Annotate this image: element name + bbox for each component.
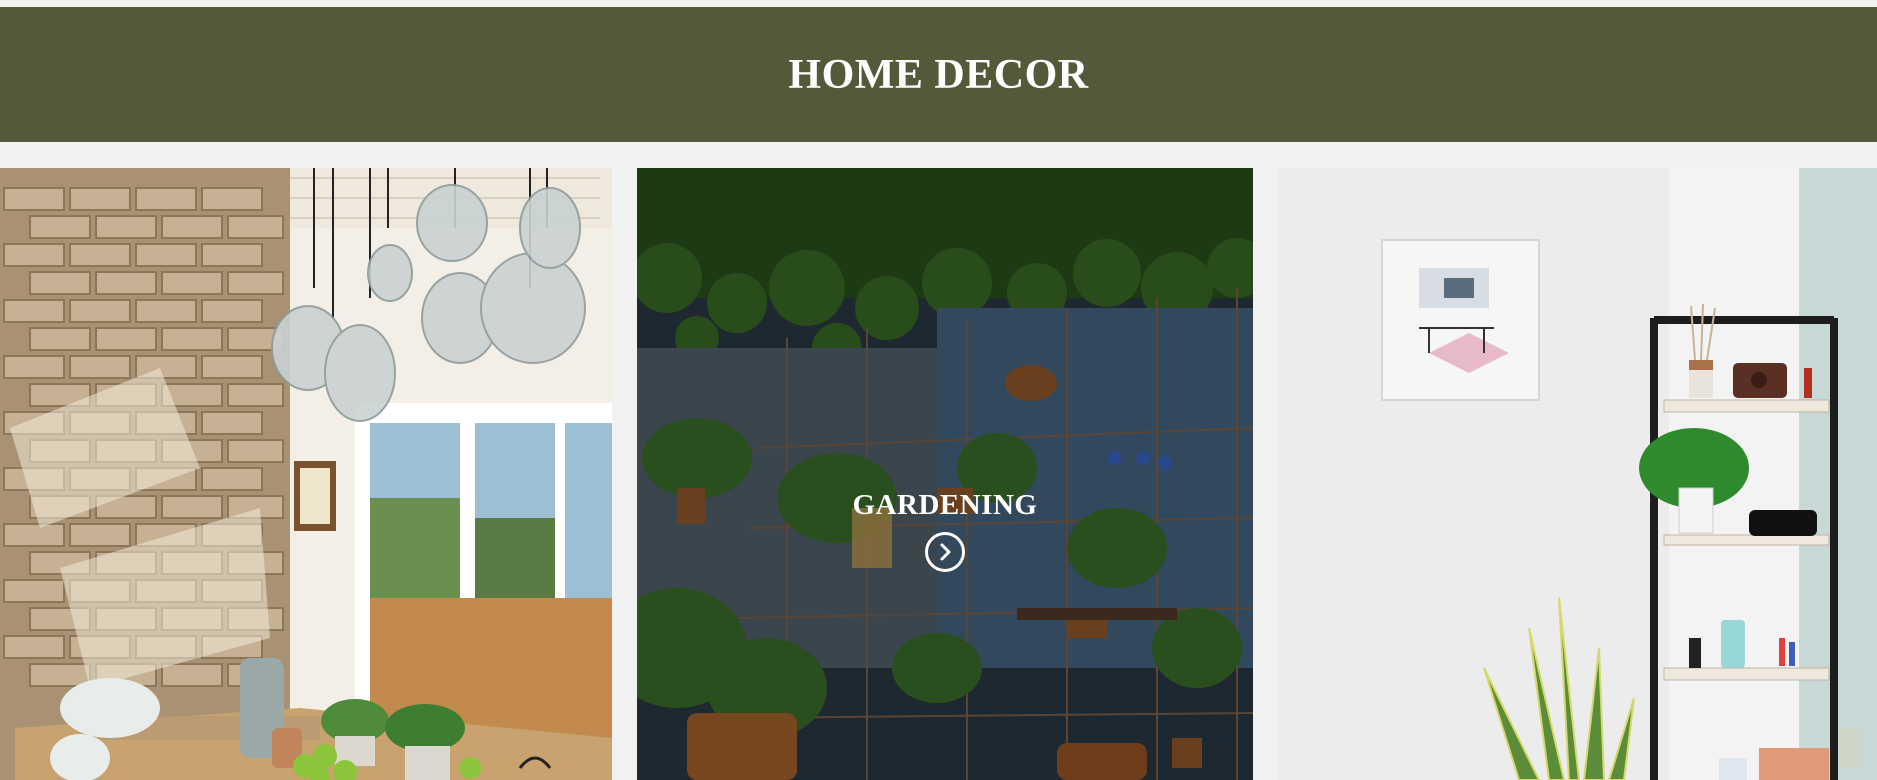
chevron-right-icon bbox=[940, 543, 951, 560]
gardening-label: GARDENING bbox=[852, 488, 1038, 521]
page-title: HOME DECOR bbox=[788, 51, 1089, 98]
shelf-room-photo bbox=[1279, 168, 1877, 780]
category-tile-gardening[interactable]: GARDENING bbox=[637, 168, 1253, 780]
header-gap bbox=[0, 142, 1877, 168]
category-tile-shelves[interactable] bbox=[1279, 168, 1877, 780]
dining-room-photo bbox=[0, 168, 612, 780]
page-header: HOME DECOR bbox=[0, 7, 1877, 142]
chevron-right-circle-icon[interactable] bbox=[925, 531, 965, 572]
gardening-overlay: GARDENING bbox=[637, 168, 1253, 780]
top-strip bbox=[0, 0, 1877, 7]
category-grid: GARDENING bbox=[0, 168, 1877, 780]
category-tile-dining[interactable] bbox=[0, 168, 612, 780]
